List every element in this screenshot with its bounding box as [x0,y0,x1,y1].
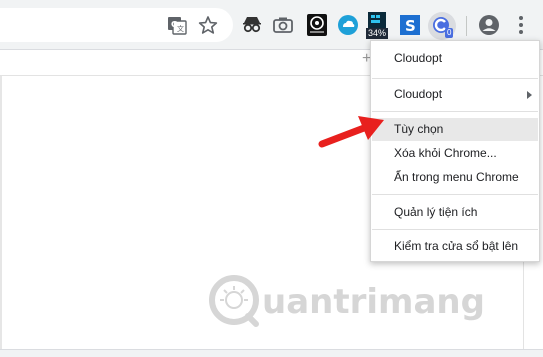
watermark: uantrimang [200,268,485,333]
meter-extension-icon[interactable]: 34% [366,12,390,42]
account-icon[interactable] [478,14,500,36]
incognito-extension-icon[interactable] [241,14,263,36]
menu-item-label: Kiểm tra cửa sổ bật lên [394,239,519,253]
menu-separator [372,229,538,230]
media-extension-icon[interactable] [307,14,329,36]
menu-item-hide-in-menu[interactable]: Ẩn trong menu Chrome [372,166,538,189]
menu-separator [372,111,538,112]
page-bottom-bar [0,349,543,357]
menu-separator [372,78,538,79]
toolbar-separator [466,16,467,36]
watermark-text: uantrimang [262,282,485,322]
camera-icon[interactable] [272,14,294,36]
menu-item-check-popups[interactable]: Kiểm tra cửa sổ bật lên [372,235,538,258]
red-pointer-arrow-icon [318,112,388,157]
star-icon[interactable] [198,15,220,37]
cloudopt-extension-icon[interactable]: 0 [428,12,456,40]
menu-item-cloudopt-submenu[interactable]: Cloudopt [372,83,538,106]
cloud-extension-icon[interactable] [337,14,359,36]
extension-badge-percent: 34% [366,28,389,39]
translate-icon[interactable]: G 文 [167,15,189,37]
menu-item-cloudopt-title[interactable]: Cloudopt [372,47,538,70]
menu-item-label: Ẩn trong menu Chrome [394,170,519,184]
menu-item-label: Quản lý tiện ích [394,205,478,219]
menu-item-label: Tùy chọn [394,122,444,136]
menu-separator [372,194,538,195]
menu-item-label: Xóa khỏi Chrome... [394,146,497,160]
extension-context-menu: Cloudopt Cloudopt Tùy chọn Xóa khỏi Chro… [370,40,540,262]
more-menu-icon[interactable] [513,14,535,36]
menu-item-options[interactable]: Tùy chọn [372,118,538,141]
menu-item-label: Cloudopt [394,87,443,101]
menu-item-remove-from-chrome[interactable]: Xóa khỏi Chrome... [372,142,538,165]
menu-item-manage-extensions[interactable]: Quản lý tiện ích [372,201,538,224]
submenu-arrow-icon [527,91,532,99]
extension-badge-count: 0 [445,28,454,38]
watermark-logo-icon [209,275,259,327]
svg-text:文: 文 [177,24,184,33]
menu-item-label: Cloudopt [394,51,443,65]
s-extension-icon[interactable]: S [399,14,421,36]
svg-text:S: S [405,17,416,35]
